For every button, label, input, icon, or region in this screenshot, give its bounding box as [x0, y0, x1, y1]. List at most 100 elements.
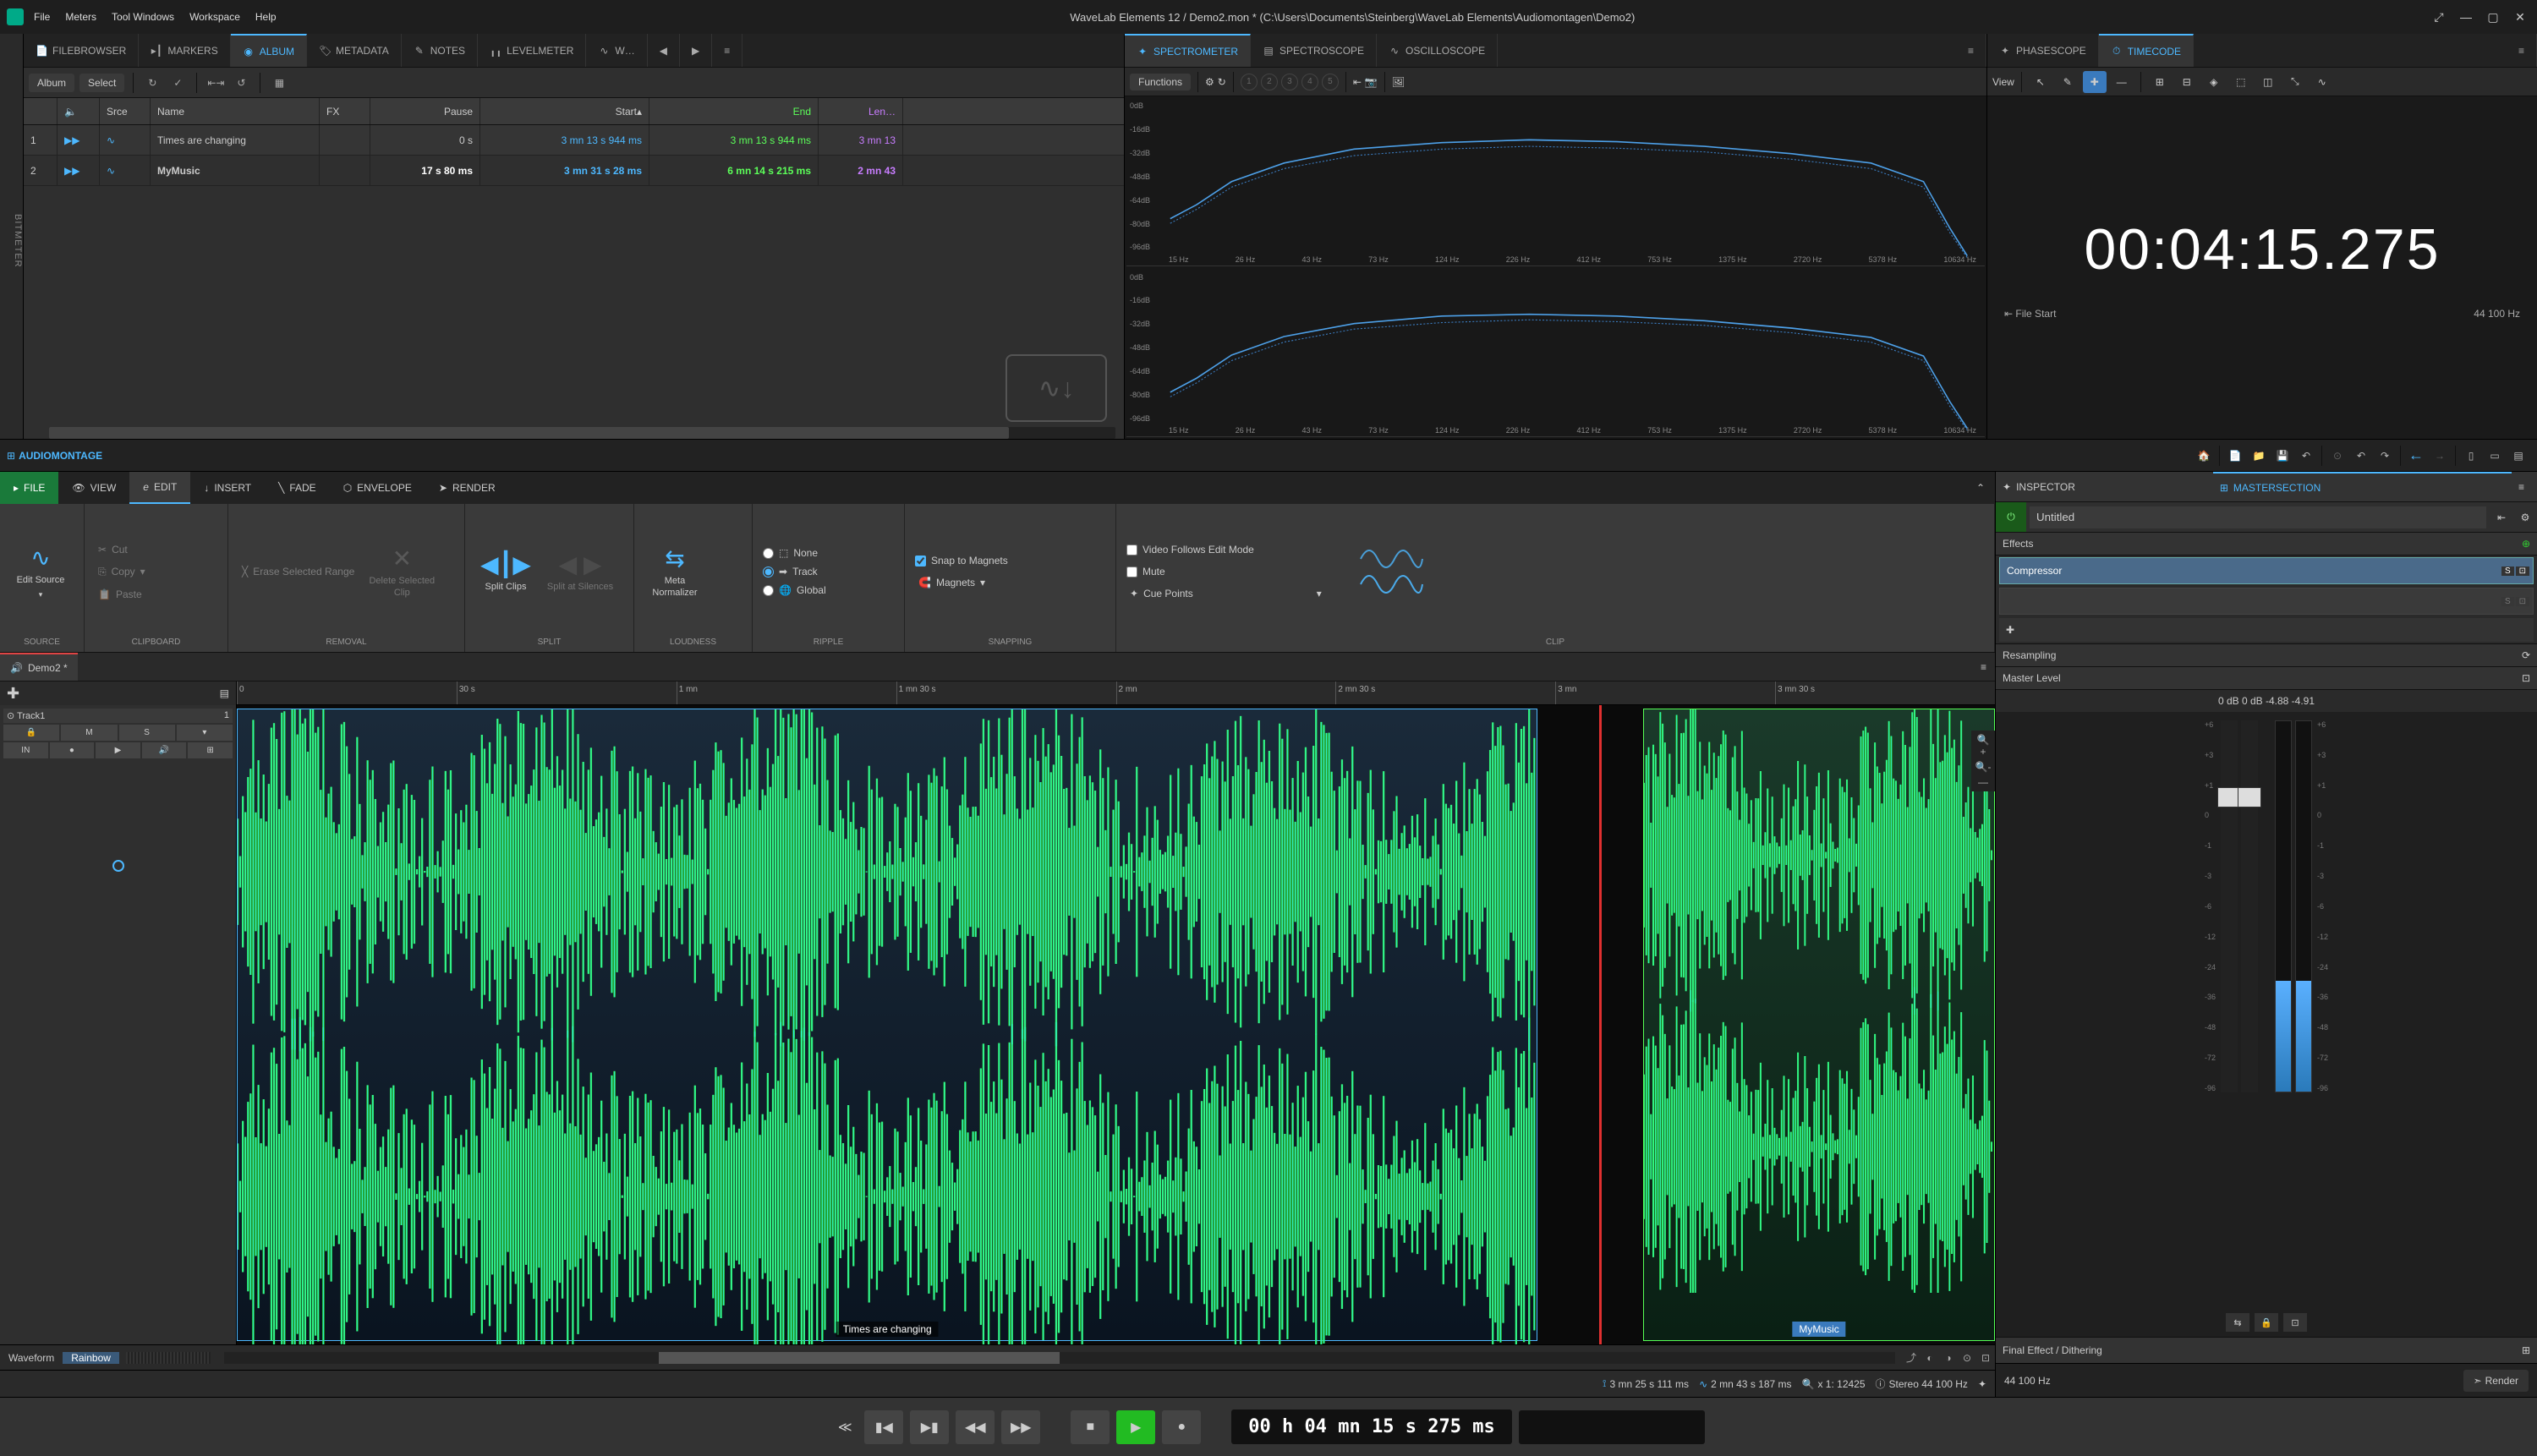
mute-checkbox[interactable]: Mute — [1123, 562, 1343, 581]
snap-5-icon[interactable]: ◫ — [2256, 71, 2280, 93]
rec-arm-button[interactable]: ● — [50, 742, 95, 758]
add-track-button[interactable]: ✚▤ — [0, 681, 237, 705]
opt-2-icon[interactable]: ◑ — [1939, 1352, 1958, 1364]
album-dropdown[interactable]: Album — [29, 74, 74, 92]
tab-filebrowser[interactable]: 📄FILEBROWSER — [24, 34, 139, 67]
effects-add-icon[interactable]: ⊕ — [2522, 538, 2530, 550]
final-effect-menu-icon[interactable]: ⊞ — [2522, 1344, 2530, 1356]
master-power-button[interactable]: ⏻ — [1996, 502, 2026, 532]
opt-3-icon[interactable]: ⊙ — [1958, 1352, 1976, 1364]
bitmeter-sidebar[interactable]: BITMETER — [0, 34, 24, 439]
new-file-icon[interactable]: 📄 — [2223, 444, 2247, 468]
cut-button[interactable]: ✂ Cut — [91, 540, 152, 559]
tab-w-overflow[interactable]: ∿W… — [586, 34, 647, 67]
link-channels-icon[interactable]: ⇆ — [2226, 1313, 2249, 1332]
track-options-icon[interactable]: ▤ — [220, 687, 229, 699]
snap-7-icon[interactable]: ∿ — [2310, 71, 2334, 93]
split-clips-button[interactable]: ◀┃▶Split Clips — [472, 521, 540, 622]
layout-1-icon[interactable]: ▯ — [2459, 444, 2483, 468]
opt-1-icon[interactable]: ◐ — [1921, 1352, 1939, 1364]
menu-meters[interactable]: Meters — [65, 11, 96, 23]
tab-oscilloscope[interactable]: ∿OSCILLOSCOPE — [1377, 34, 1498, 67]
camera-icon[interactable]: 📷 — [1365, 76, 1378, 88]
delete-clip-button[interactable]: ✕Delete Selected Clip — [368, 521, 436, 622]
expand-button[interactable]: ▾ — [177, 725, 233, 741]
effect-slot-compressor[interactable]: CompressorS⊡ — [1999, 557, 2534, 584]
cursor-tool-icon[interactable]: ↖ — [2029, 71, 2052, 93]
tab-spectrometer[interactable]: ✦SPECTROMETER — [1125, 34, 1251, 67]
effect-slot-empty[interactable]: S⊡ — [1999, 588, 2534, 615]
cd-icon[interactable]: ⊙ — [2326, 444, 2349, 468]
jog-wheel[interactable] — [1519, 1410, 1705, 1444]
ripple-none-radio[interactable]: ⬚None — [759, 545, 830, 561]
horizontal-scrollbar[interactable] — [224, 1352, 1895, 1364]
paste-button[interactable]: 📋 Paste — [91, 585, 152, 604]
add-effect-button[interactable]: ✚ — [1999, 618, 2534, 642]
col-pause[interactable]: Pause — [370, 98, 480, 124]
col-start[interactable]: Start ▴ — [480, 98, 649, 124]
tab-phasescope[interactable]: ✦PHASESCOPE — [1987, 34, 2099, 67]
audio-clip[interactable]: Times are changing — [237, 709, 1537, 1341]
mastersection-tab[interactable]: ⊞ MASTERSECTION — [2213, 472, 2512, 502]
lock-button[interactable]: 🔒 — [3, 725, 59, 741]
resampling-toggle-icon[interactable]: ⟳ — [2522, 649, 2530, 661]
ripple-global-radio[interactable]: 🌐Global — [759, 583, 830, 598]
grid-icon[interactable]: ▦ — [269, 73, 289, 93]
waveform-mode[interactable]: Waveform — [0, 1352, 63, 1364]
tab-timecode[interactable]: ⏱TIMECODE — [2099, 34, 2194, 67]
col-name[interactable]: Name — [151, 98, 320, 124]
view-dropdown[interactable]: View — [1992, 76, 2014, 88]
fader-right[interactable] — [2241, 720, 2258, 1092]
erase-button[interactable]: ╳ Erase Selected Range — [235, 562, 361, 581]
audio-clip[interactable]: MyMusic — [1643, 709, 1995, 1341]
play-track-icon[interactable]: ▶▶ — [64, 165, 79, 177]
table-row[interactable]: 1 ▶▶ ∿ Times are changing 0 s 3 mn 13 s … — [24, 125, 1124, 156]
timeline-ruler[interactable]: 030 s1 mn1 mn 30 s2 mn2 mn 30 s3 mn3 mn … — [237, 681, 1995, 704]
add-tool-icon[interactable]: ✚ — [2083, 71, 2107, 93]
preset-settings-icon[interactable]: ⚙ — [2513, 512, 2537, 523]
to-start-button[interactable]: ▮◀ — [864, 1410, 903, 1444]
montage-file-tab[interactable]: 🔊Demo2 * — [0, 653, 78, 681]
tab-markers[interactable]: ▸┃MARKERS — [139, 34, 230, 67]
menu-file[interactable]: File — [34, 11, 50, 23]
tab-overflow-left[interactable]: ◀ — [648, 34, 680, 67]
mono-icon[interactable]: ⊡ — [2283, 1313, 2307, 1332]
collapse-ribbon-icon[interactable]: ⌃ — [1966, 482, 1995, 494]
snap-6-icon[interactable]: ⤡ — [2283, 71, 2307, 93]
meta-normalizer-button[interactable]: ⇆Meta Normalizer — [641, 521, 709, 622]
monitor-button[interactable]: ▶ — [96, 742, 140, 758]
zoom-reset-icon[interactable]: — — [1975, 776, 1992, 788]
ribbon-tab-file[interactable]: ▸ FILE — [0, 472, 58, 504]
preset-load-icon[interactable]: ⇤ — [2490, 512, 2513, 523]
rewind-button[interactable]: ◀◀ — [956, 1410, 995, 1444]
revert-icon[interactable]: ↶ — [2294, 444, 2318, 468]
col-len[interactable]: Len… — [819, 98, 903, 124]
to-end-button[interactable]: ▶▮ — [910, 1410, 949, 1444]
playhead[interactable] — [1599, 705, 1602, 1344]
record-button[interactable]: ● — [1162, 1410, 1201, 1444]
zoom-in-icon[interactable]: 🔍+ — [1975, 734, 1992, 758]
layout-2-icon[interactable]: ▭ — [2483, 444, 2507, 468]
snap-1-icon[interactable]: ⊞ — [2148, 71, 2172, 93]
fullscreen-icon[interactable]: ⤢ — [2429, 10, 2449, 25]
tab-menu-icon[interactable]: ≡ — [2507, 34, 2537, 67]
tab-levelmeter[interactable]: ╻╻LEVELMETER — [478, 34, 586, 67]
tab-overflow-right[interactable]: ▶ — [680, 34, 712, 67]
col-play[interactable]: 🔈 — [58, 98, 100, 124]
save-icon[interactable]: 💾 — [2271, 444, 2294, 468]
folder-icon[interactable]: 📁 — [2247, 444, 2271, 468]
opt-4-icon[interactable]: ⊡ — [1976, 1352, 1995, 1364]
rewind-to-start-icon[interactable]: ≪ — [832, 1410, 858, 1444]
cue-points-dropdown[interactable]: ✦ Cue Points ▾ — [1123, 584, 1343, 603]
share-icon[interactable]: ⤴ — [1902, 1350, 1921, 1365]
ribbon-tab-edit[interactable]: e EDIT — [129, 472, 190, 504]
minus-tool-icon[interactable]: — — [2110, 71, 2134, 93]
forward-button[interactable]: ▶▶ — [1001, 1410, 1040, 1444]
ribbon-tab-insert[interactable]: ↓ INSERT — [190, 472, 265, 504]
preset-1[interactable]: 1 — [1241, 74, 1258, 90]
fx-button[interactable]: ⊞ — [188, 742, 233, 758]
menu-workspace[interactable]: Workspace — [189, 11, 240, 23]
close-icon[interactable]: ✕ — [2510, 10, 2530, 25]
col-end[interactable]: End — [649, 98, 819, 124]
undo-icon[interactable]: ↶ — [2349, 444, 2373, 468]
